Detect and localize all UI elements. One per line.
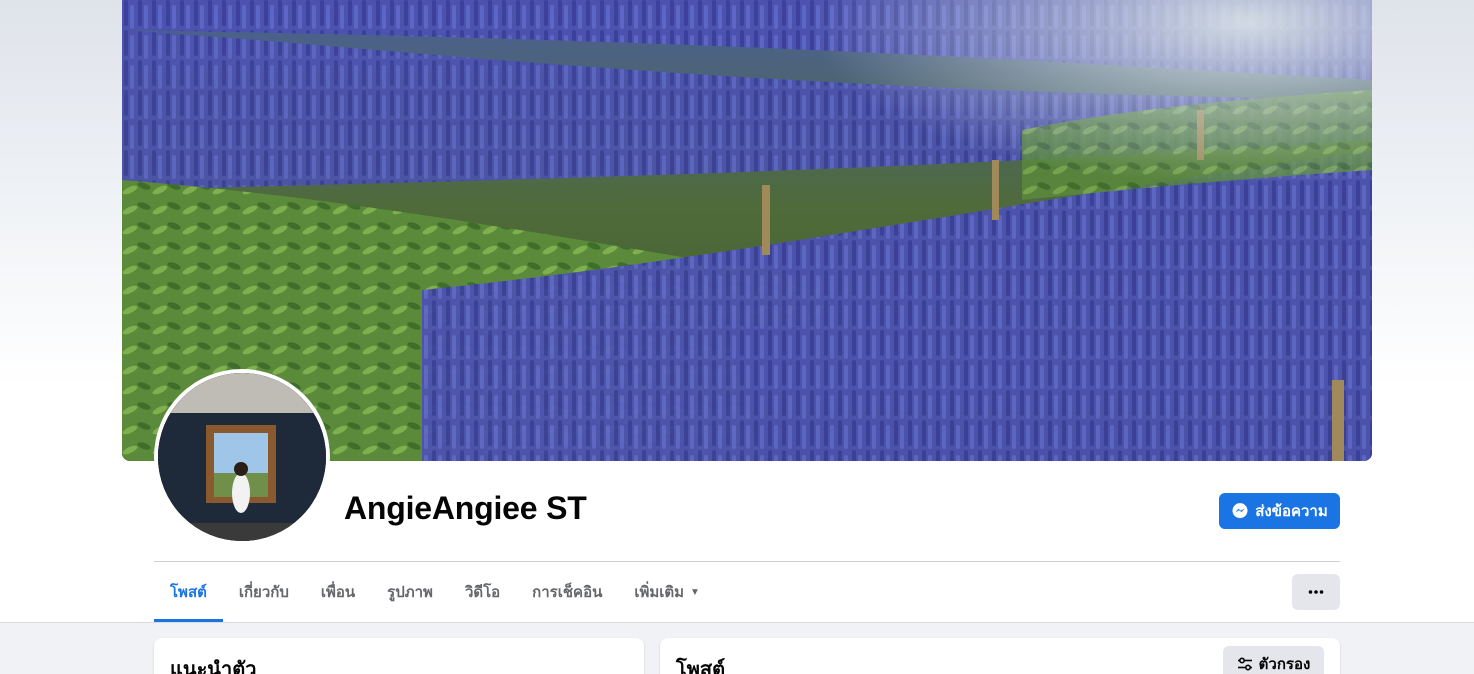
tab-about[interactable]: เกี่ยวกับ (223, 562, 305, 622)
tab-label: เพิ่มเติม (634, 584, 685, 601)
cover-photo[interactable] (122, 0, 1372, 461)
tab-checkins[interactable]: การเช็คอิน (516, 562, 618, 622)
tab-posts[interactable]: โพสต์ (154, 562, 223, 622)
more-options-button[interactable] (1292, 574, 1340, 610)
send-message-label: ส่งข้อความ (1255, 503, 1328, 520)
messenger-icon (1232, 503, 1248, 519)
tab-friends[interactable]: เพื่อน (305, 562, 371, 622)
filter-sliders-icon (1237, 657, 1252, 671)
profile-name: AngieAngiee ST (344, 490, 587, 526)
cover-photo-image (122, 0, 1372, 461)
more-dots-icon (1308, 590, 1324, 594)
intro-title: แนะนำตัว (170, 659, 257, 674)
intro-card: แนะนำตัว (154, 638, 644, 674)
tab-label: โพสต์ (170, 584, 207, 601)
tab-photos[interactable]: รูปภาพ (371, 562, 449, 622)
profile-tabs: โพสต์ เกี่ยวกับ เพื่อน รูปภาพ วิดีโอ การ… (154, 562, 716, 622)
filter-button[interactable]: ตัวกรอง (1223, 646, 1324, 674)
tab-label: เพื่อน (320, 584, 356, 601)
tab-label: การเช็คอิน (532, 584, 603, 601)
tab-label: รูปภาพ (387, 584, 433, 601)
profile-avatar[interactable] (154, 369, 330, 545)
tab-label: เกี่ยวกับ (238, 584, 289, 601)
tab-more[interactable]: เพิ่มเติม ▼ (618, 562, 716, 622)
avatar-image (158, 373, 326, 541)
tab-label: วิดีโอ (464, 584, 501, 601)
posts-card: โพสต์ ตัวกรอง (660, 638, 1340, 674)
filter-label: ตัวกรอง (1258, 656, 1311, 673)
caret-down-icon: ▼ (690, 586, 700, 598)
tab-videos[interactable]: วิดีโอ (449, 562, 516, 622)
send-message-button[interactable]: ส่งข้อความ (1219, 493, 1340, 529)
posts-title: โพสต์ (676, 659, 726, 674)
